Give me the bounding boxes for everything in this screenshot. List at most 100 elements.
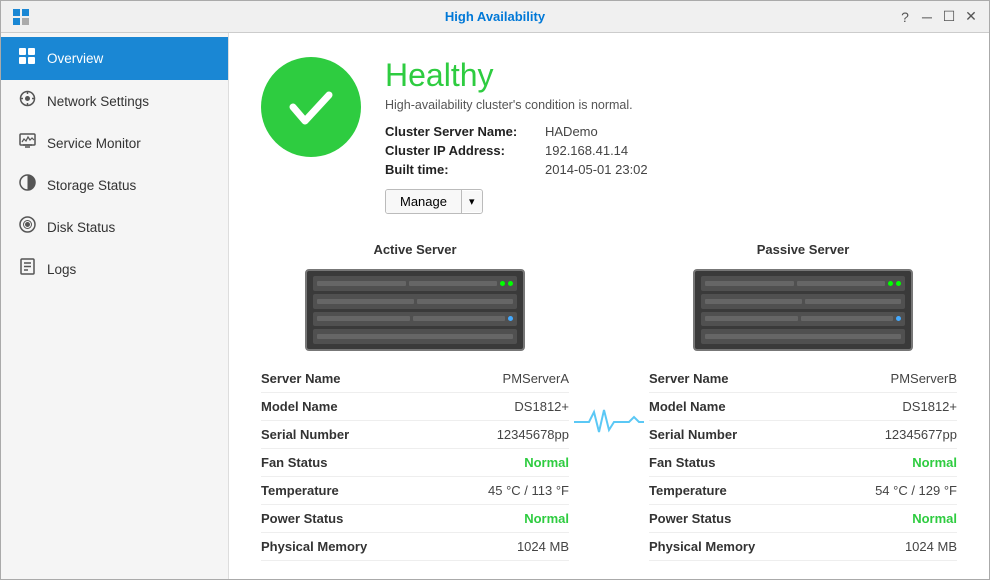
storage-status-icon: [17, 174, 37, 196]
active-field-label-1: Model Name: [261, 399, 338, 414]
table-row: Power Status Normal: [649, 505, 957, 533]
overview-icon: [17, 47, 37, 70]
active-field-value-6: 1024 MB: [517, 539, 569, 554]
sidebar-item-disk-status[interactable]: Disk Status: [1, 206, 228, 248]
cluster-ip-label: Cluster IP Address:: [385, 143, 545, 158]
header-section: Healthy High-availability cluster's cond…: [261, 57, 957, 214]
manage-button-dropdown[interactable]: ▾: [462, 191, 482, 212]
active-field-value-2: 12345678pp: [497, 427, 569, 442]
sidebar-item-logs[interactable]: Logs: [1, 248, 228, 290]
sidebar-item-network-settings[interactable]: Network Settings: [1, 80, 228, 122]
table-row: Physical Memory 1024 MB: [649, 533, 957, 561]
active-field-value-0: PMServerA: [503, 371, 569, 386]
table-row: Power Status Normal: [261, 505, 569, 533]
active-field-value-5: Normal: [524, 511, 569, 526]
table-row: Temperature 45 °C / 113 °F: [261, 477, 569, 505]
passive-field-value-2: 12345677pp: [885, 427, 957, 442]
passive-field-label-2: Serial Number: [649, 427, 737, 442]
active-server-details: Server Name PMServerA Model Name DS1812+…: [261, 365, 569, 561]
sidebar-item-storage-status[interactable]: Storage Status: [1, 164, 228, 206]
table-row: Server Name PMServerA: [261, 365, 569, 393]
active-field-label-2: Serial Number: [261, 427, 349, 442]
table-row: Serial Number 12345678pp: [261, 421, 569, 449]
active-field-label-0: Server Name: [261, 371, 341, 386]
passive-field-value-3: Normal: [912, 455, 957, 470]
titlebar-title: High Availability: [445, 9, 545, 24]
table-row: Physical Memory 1024 MB: [261, 533, 569, 561]
minimize-button[interactable]: ─: [919, 9, 935, 25]
active-field-value-3: Normal: [524, 455, 569, 470]
table-row: Model Name DS1812+: [649, 393, 957, 421]
manage-button-main[interactable]: Manage: [386, 190, 462, 213]
passive-field-value-1: DS1812+: [902, 399, 957, 414]
logs-icon: [17, 258, 37, 280]
built-time-row: Built time: 2014-05-01 23:02: [385, 162, 957, 177]
active-field-value-1: DS1812+: [514, 399, 569, 414]
service-monitor-icon: [17, 132, 37, 154]
status-desc: High-availability cluster's condition is…: [385, 98, 957, 112]
titlebar-controls: ? ─ ☐ ✕: [897, 9, 979, 25]
status-title: Healthy: [385, 57, 957, 94]
table-row: Server Name PMServerB: [649, 365, 957, 393]
table-row: Serial Number 12345677pp: [649, 421, 957, 449]
cluster-ip-value: 192.168.41.14: [545, 143, 628, 158]
cluster-info-table: Cluster Server Name: HADemo Cluster IP A…: [385, 124, 957, 177]
cluster-ip-row: Cluster IP Address: 192.168.41.14: [385, 143, 957, 158]
table-row: Fan Status Normal: [649, 449, 957, 477]
sidebar-item-overview-label: Overview: [47, 51, 103, 66]
server-divider: [569, 242, 649, 561]
sidebar-item-storage-status-label: Storage Status: [47, 178, 136, 193]
active-field-label-4: Temperature: [261, 483, 339, 498]
manage-button[interactable]: Manage ▾: [385, 189, 483, 214]
titlebar-app-icon: [11, 7, 31, 27]
cluster-name-label: Cluster Server Name:: [385, 124, 545, 139]
sidebar-item-service-monitor[interactable]: Service Monitor: [1, 122, 228, 164]
active-server-image: [305, 269, 525, 351]
sidebar-item-logs-label: Logs: [47, 262, 76, 277]
active-field-label-5: Power Status: [261, 511, 343, 526]
status-info: Healthy High-availability cluster's cond…: [385, 57, 957, 214]
disk-status-icon: [17, 216, 37, 238]
passive-field-value-4: 54 °C / 129 °F: [875, 483, 957, 498]
close-button[interactable]: ✕: [963, 9, 979, 25]
table-row: Fan Status Normal: [261, 449, 569, 477]
passive-field-value-6: 1024 MB: [905, 539, 957, 554]
active-server-title: Active Server: [261, 242, 569, 257]
active-field-label-6: Physical Memory: [261, 539, 367, 554]
passive-field-value-0: PMServerB: [891, 371, 957, 386]
cluster-name-row: Cluster Server Name: HADemo: [385, 124, 957, 139]
help-button[interactable]: ?: [897, 9, 913, 25]
active-server-panel: Active Server: [261, 242, 569, 561]
passive-field-label-4: Temperature: [649, 483, 727, 498]
active-field-label-3: Fan Status: [261, 455, 327, 470]
passive-server-image: [693, 269, 913, 351]
heartbeat-icon: [574, 402, 644, 442]
sidebar-item-service-monitor-label: Service Monitor: [47, 136, 141, 151]
passive-field-value-5: Normal: [912, 511, 957, 526]
health-indicator: [261, 57, 361, 157]
maximize-button[interactable]: ☐: [941, 9, 957, 25]
passive-field-label-5: Power Status: [649, 511, 731, 526]
passive-server-panel: Passive Server: [649, 242, 957, 561]
passive-server-title: Passive Server: [649, 242, 957, 257]
passive-field-label-3: Fan Status: [649, 455, 715, 470]
table-row: Model Name DS1812+: [261, 393, 569, 421]
active-field-value-4: 45 °C / 113 °F: [488, 483, 569, 498]
main-content: Healthy High-availability cluster's cond…: [229, 33, 989, 579]
sidebar-item-disk-status-label: Disk Status: [47, 220, 115, 235]
passive-field-label-0: Server Name: [649, 371, 729, 386]
passive-field-label-6: Physical Memory: [649, 539, 755, 554]
titlebar: High Availability ? ─ ☐ ✕: [1, 1, 989, 33]
built-time-value: 2014-05-01 23:02: [545, 162, 648, 177]
cluster-name-value: HADemo: [545, 124, 598, 139]
sidebar-item-overview[interactable]: Overview: [1, 37, 228, 80]
passive-field-label-1: Model Name: [649, 399, 726, 414]
passive-server-details: Server Name PMServerB Model Name DS1812+…: [649, 365, 957, 561]
built-time-label: Built time:: [385, 162, 545, 177]
table-row: Temperature 54 °C / 129 °F: [649, 477, 957, 505]
sidebar: Overview Network Settings: [1, 33, 229, 579]
sidebar-item-network-settings-label: Network Settings: [47, 94, 149, 109]
manage-button-wrapper: Manage ▾: [385, 189, 957, 214]
servers-section: Active Server: [261, 242, 957, 561]
network-settings-icon: [17, 90, 37, 112]
